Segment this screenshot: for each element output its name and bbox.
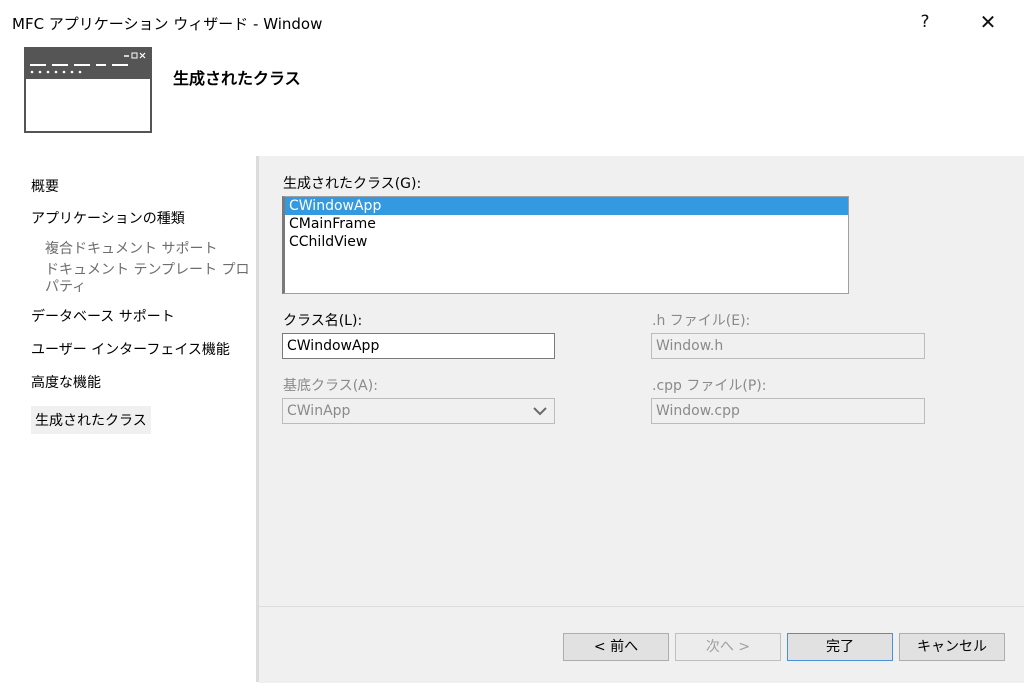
h-file-input[interactable]: Window.h — [651, 333, 925, 359]
list-item[interactable]: CMainFrame — [285, 215, 848, 233]
nav-item-database-support[interactable]: データベース サポート — [31, 306, 175, 326]
list-item-selected[interactable]: CWindowApp — [285, 197, 848, 215]
nav-item-generated-classes[interactable]: 生成されたクラス — [31, 406, 151, 434]
nav-item-document-template[interactable]: ドキュメント テンプレート プロパティ — [45, 262, 255, 296]
nav-item-application-type[interactable]: アプリケーションの種類 — [31, 208, 185, 228]
nav-item-advanced-features[interactable]: 高度な機能 — [31, 372, 101, 392]
cpp-file-label: .cpp ファイル(P): — [652, 378, 767, 394]
chevron-down-icon — [533, 407, 547, 416]
generated-classes-list[interactable]: CWindowApp CMainFrame CChildView — [282, 196, 849, 294]
generated-classes-label: 生成されたクラス(G): — [283, 176, 422, 192]
base-class-value: CWinApp — [287, 403, 351, 419]
list-item[interactable]: CChildView — [285, 233, 848, 251]
next-button[interactable]: 次へ > — [675, 633, 781, 661]
class-name-input[interactable]: CWindowApp — [282, 333, 555, 359]
window-title: MFC アプリケーション ウィザード - Window — [12, 15, 323, 33]
back-button[interactable]: < 前へ — [563, 633, 669, 661]
nav-item-compound-document[interactable]: 複合ドキュメント サポート — [45, 238, 217, 258]
h-file-label: .h ファイル(E): — [652, 313, 751, 329]
close-button[interactable]: ✕ — [968, 8, 1008, 36]
page-title: 生成されたクラス — [173, 69, 301, 88]
nav-item-overview[interactable]: 概要 — [31, 176, 59, 196]
cpp-file-input[interactable]: Window.cpp — [651, 398, 925, 424]
help-button[interactable]: ? — [905, 8, 945, 36]
wizard-header: 生成されたクラス — [0, 44, 1024, 156]
cancel-button[interactable]: キャンセル — [899, 633, 1005, 661]
nav-item-ui-features[interactable]: ユーザー インターフェイス機能 — [31, 339, 230, 359]
base-class-label: 基底クラス(A): — [283, 378, 378, 394]
class-name-label: クラス名(L): — [283, 313, 363, 329]
title-bar: MFC アプリケーション ウィザード - Window ? ✕ — [0, 0, 1024, 44]
base-class-select[interactable]: CWinApp — [282, 398, 555, 424]
window-layout-icon — [24, 47, 152, 133]
finish-button[interactable]: 完了 — [787, 633, 893, 661]
